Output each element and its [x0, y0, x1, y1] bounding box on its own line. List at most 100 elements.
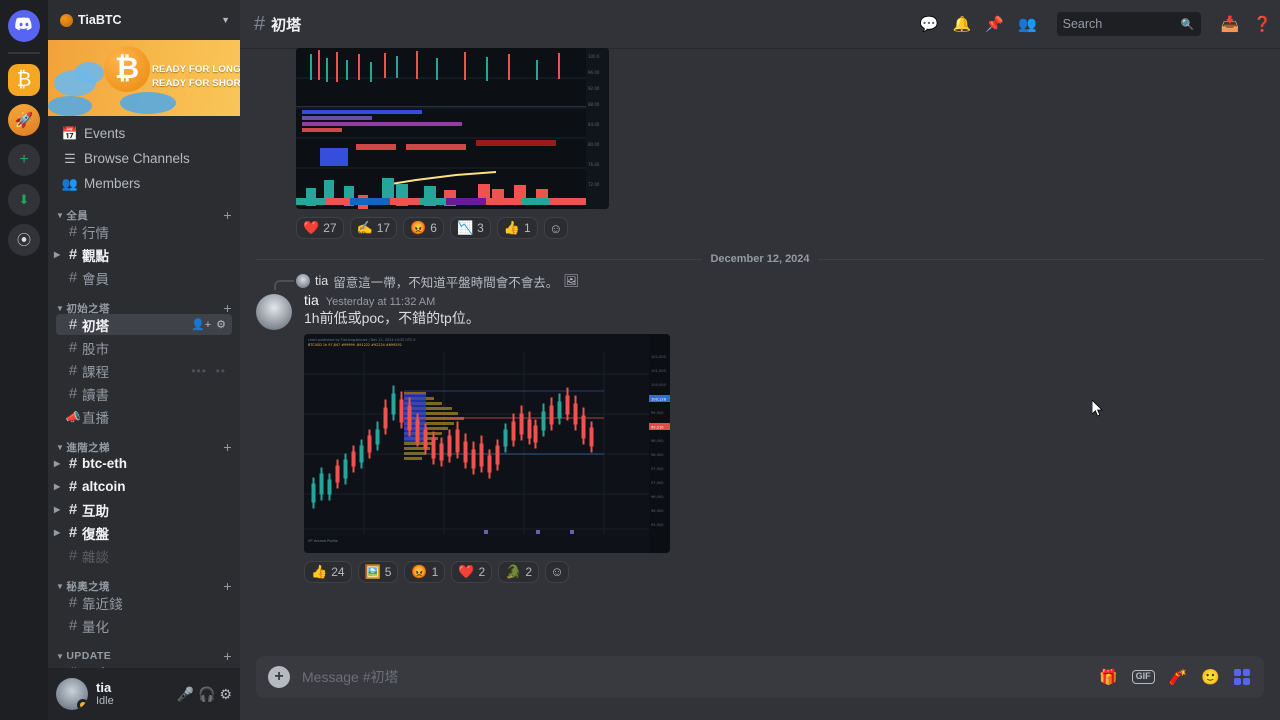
server-icon-second[interactable]: 🚀	[8, 104, 40, 136]
cloud-shape	[120, 92, 176, 114]
chevron-down-icon[interactable]: ▼	[221, 15, 230, 25]
channel-dushu[interactable]: # 讀書	[56, 383, 232, 404]
svg-text:84.00: 84.00	[588, 122, 600, 127]
reaction-chip[interactable]: 😡 6	[403, 217, 444, 239]
category-header-update[interactable]: ▼ UPDATE +	[48, 638, 240, 664]
reaction-chip[interactable]: 😡 1	[404, 560, 446, 583]
inbox-icon[interactable]: 📥	[1221, 15, 1240, 33]
channel-kaojinqian[interactable]: # 靠近錢	[56, 592, 232, 613]
svg-text:BTCUSD 1h 97,847 #99999 -89122: BTCUSD 1h 97,847 #99999 -891222 #92224 #…	[308, 343, 402, 347]
channel-kecheng[interactable]: # 課程 ••• ••	[56, 360, 232, 381]
chevron-right-icon[interactable]: ▶	[54, 459, 64, 468]
reaction-chip[interactable]: 👍 24	[304, 560, 352, 583]
channel-fupan[interactable]: ▶ # 復盤	[54, 522, 232, 543]
chevron-down-icon: ▼	[56, 442, 65, 452]
svg-text:98,000: 98,000	[651, 453, 664, 457]
sidebar-item-events[interactable]: 📅 Events	[56, 122, 232, 145]
category-header-miaoao[interactable]: ▼ 秘奧之境 +	[48, 568, 240, 594]
user-meta[interactable]: tia Idle	[96, 680, 169, 707]
reaction-chip[interactable]: 🐊 2	[498, 560, 540, 583]
attach-plus-icon[interactable]: +	[268, 666, 290, 688]
chevron-right-icon[interactable]: ▶	[54, 250, 64, 259]
sticker-icon[interactable]: 🧨	[1169, 668, 1188, 686]
chart-attachment-top[interactable]: 100.0 96.00 92.00 88.00 84.00 80.00 76.00 72…	[296, 48, 609, 209]
category-header-jinjie[interactable]: ▼ 進階之梯 +	[48, 429, 240, 455]
reaction-chip[interactable]: 🖼️ 5	[357, 560, 399, 583]
member-add-icon[interactable]: 👤+	[191, 318, 211, 331]
category-header-quanyuan[interactable]: ▼ 全員 +	[48, 197, 240, 223]
avatar[interactable]	[256, 294, 292, 330]
chevron-right-icon[interactable]: ▶	[54, 482, 64, 491]
channel-btc-eth[interactable]: ▶ # btc-eth	[54, 453, 232, 474]
channel-altcoin[interactable]: ▶ # altcoin	[54, 476, 232, 497]
reaction-chip[interactable]: ✍️ 17	[349, 217, 398, 239]
reaction-chip[interactable]: ❤️ 27	[296, 217, 344, 239]
message-composer[interactable]: + Message #初塔 🎁 GIF 🧨 🙂	[256, 656, 1264, 698]
channel-huiyuan[interactable]: # 會員	[56, 267, 232, 288]
channel-zatan[interactable]: # 雜談	[56, 545, 232, 566]
microphone-muted-icon[interactable]: 🎤	[177, 686, 194, 703]
svg-text:96.00: 96.00	[588, 70, 600, 75]
cloud-shape	[74, 62, 104, 84]
message-author[interactable]: tia	[304, 292, 319, 308]
date-divider-label: December 12, 2024	[710, 253, 810, 265]
cloud-shape	[48, 96, 92, 116]
notification-bell-icon[interactable]: 🔔	[953, 15, 972, 33]
channel-hangqing[interactable]: # 行情	[56, 221, 232, 242]
channel-guandian[interactable]: ▶ # 觀點	[54, 244, 232, 265]
channel-gushi[interactable]: # 股市	[56, 337, 232, 358]
chevron-right-icon[interactable]: ▶	[54, 505, 64, 514]
sidebar-item-browse-channels[interactable]: ☰ Browse Channels	[56, 147, 232, 170]
channel-update[interactable]: # update	[56, 662, 232, 668]
reaction-chip[interactable]: 📉 3	[449, 217, 491, 239]
help-icon[interactable]: ❓	[1253, 15, 1272, 33]
hash-icon: #	[68, 501, 78, 518]
chevron-right-icon[interactable]: ▶	[54, 528, 64, 537]
channel-zhibo[interactable]: 📣 直播	[56, 406, 232, 427]
pin-icon[interactable]: 📌	[985, 15, 1004, 33]
sidebar-item-members[interactable]: 👥 Members	[56, 172, 232, 195]
avatar[interactable]	[56, 678, 88, 710]
download-apps-button[interactable]: ⬇	[8, 184, 40, 216]
add-reaction-button[interactable]: ☺	[543, 217, 568, 239]
reaction-chip[interactable]: ❤️ 2	[451, 560, 493, 583]
svg-text:100,128: 100,128	[651, 397, 667, 401]
apps-icon[interactable]	[1234, 669, 1250, 685]
sidebar-item-label: Events	[84, 126, 126, 141]
hash-icon: #	[254, 12, 266, 35]
sidebar-item-label: Browse Channels	[84, 151, 190, 166]
guild-header[interactable]: TiaBTC ▼	[48, 0, 240, 40]
emoji-icon[interactable]: 🙂	[1201, 668, 1220, 686]
search-input[interactable]: Search 🔍	[1056, 12, 1201, 36]
channel-label: 課程	[82, 364, 109, 380]
channel-list[interactable]: ▼ 全員 + # 行情 ▶ # 觀點 # 會員 ▼ 初始之塔 + # 初塔 👤+…	[48, 197, 240, 668]
settings-icon[interactable]: ⚙	[216, 318, 226, 331]
banner-line-1: READY FOR LONG	[152, 64, 240, 75]
gif-icon[interactable]: GIF	[1131, 670, 1155, 684]
settings-gear-icon[interactable]: ⚙	[219, 686, 232, 703]
reaction-chip[interactable]: 👍 1	[496, 217, 538, 239]
channel-huzhu[interactable]: ▶ # 互助	[54, 499, 232, 520]
threads-icon[interactable]: 💬	[920, 15, 939, 33]
channel-chuta[interactable]: # 初塔 👤+ ⚙	[56, 314, 232, 335]
channel-sidebar: TiaBTC ▼ ₿ READY FOR LONG READY FOR SHOR…	[48, 0, 240, 720]
reply-context[interactable]: tia 留意這一帶，不知道平盤時間會不會去。 🖼	[274, 273, 1264, 290]
reaction-count: 3	[477, 221, 484, 235]
plus-icon: +	[19, 151, 29, 168]
add-server-button[interactable]: +	[8, 144, 40, 176]
chart-attachment-main[interactable]: chart published by TiaLiang:btcusd / Dec…	[304, 333, 670, 553]
gift-icon[interactable]: 🎁	[1099, 668, 1118, 686]
add-reaction-button[interactable]: ☺	[545, 560, 570, 583]
explore-servers-button[interactable]: ⦿	[8, 224, 40, 256]
members-icon[interactable]: 👥	[1018, 15, 1037, 33]
message-list[interactable]: 100.0 96.00 92.00 88.00 84.00 80.00 76.00 72…	[240, 48, 1280, 656]
message-input[interactable]: Message #初塔	[302, 667, 1087, 687]
channel-lianghua[interactable]: # 量化	[56, 615, 232, 636]
hash-icon: #	[68, 547, 78, 564]
category-header-chushi[interactable]: ▼ 初始之塔 +	[48, 290, 240, 316]
headphones-icon[interactable]: 🎧	[198, 686, 215, 703]
discord-home-button[interactable]	[8, 10, 40, 42]
svg-text:102,000: 102,000	[651, 355, 667, 359]
server-icon-tiabtc[interactable]: ₿	[8, 64, 40, 96]
guild-name: TiaBTC	[78, 13, 122, 27]
